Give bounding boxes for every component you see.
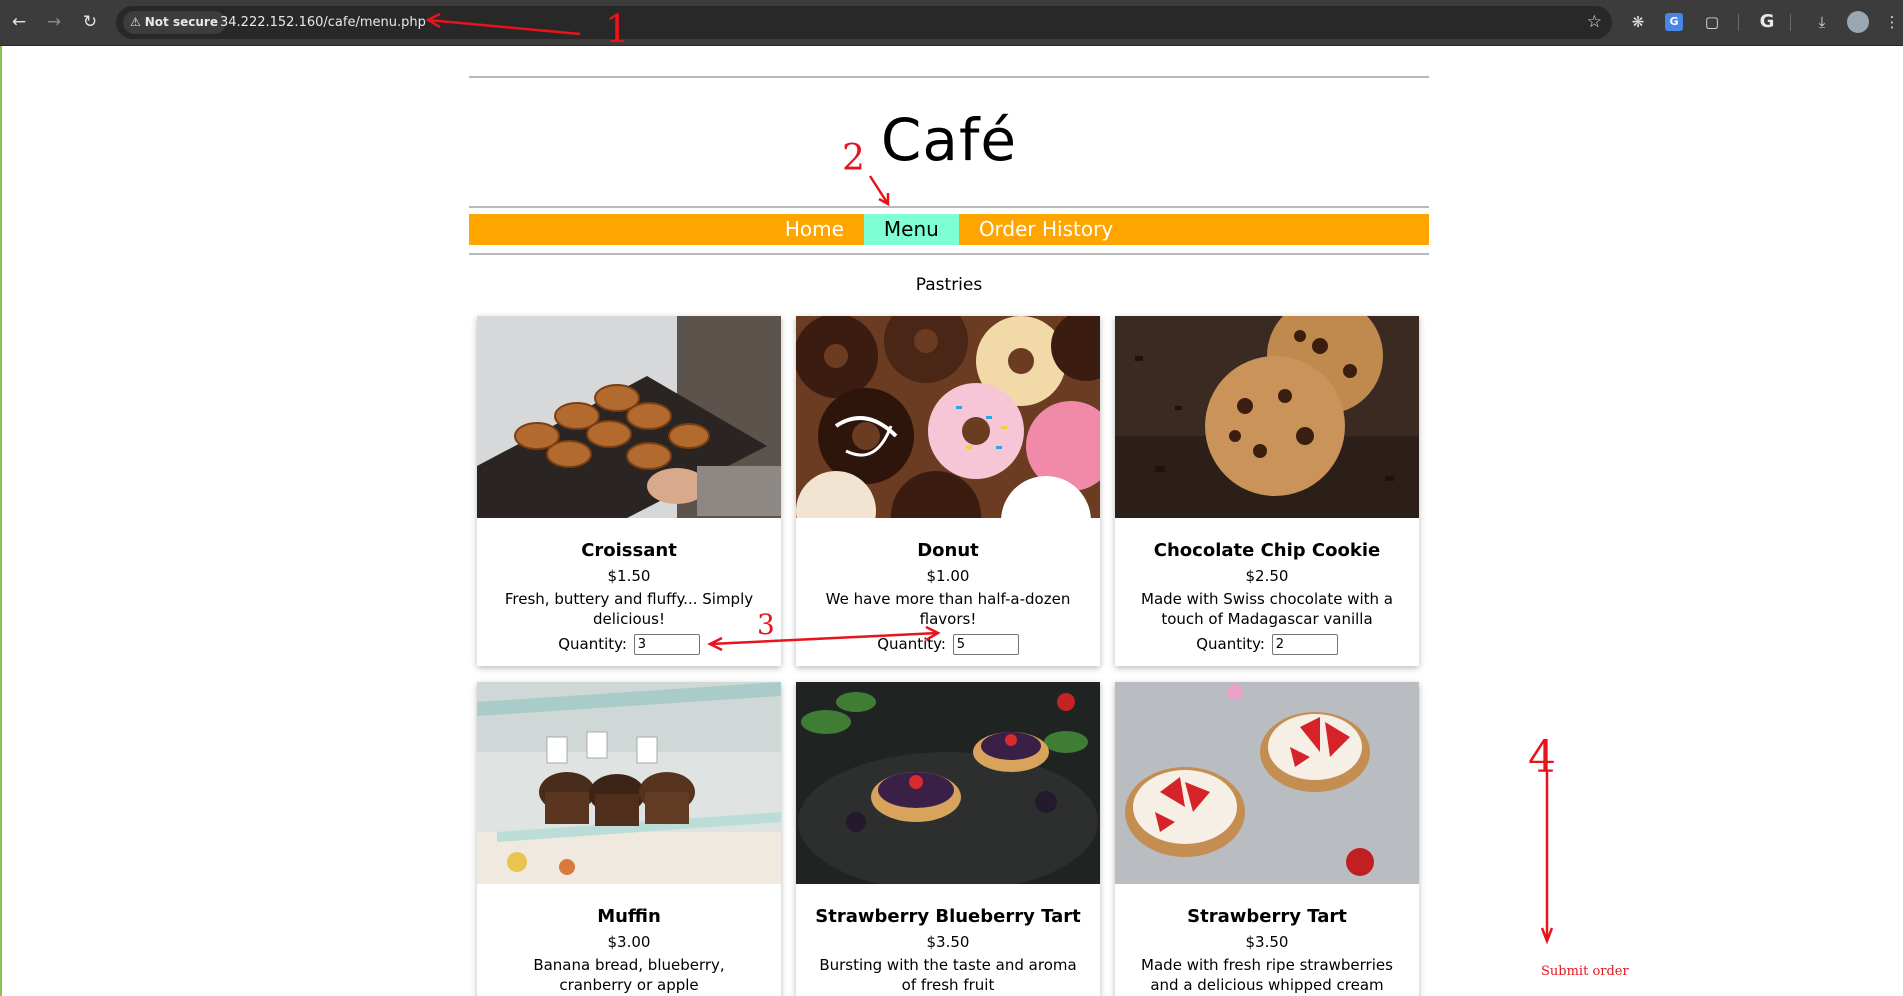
profile-avatar-icon[interactable] xyxy=(1847,11,1869,33)
product-price: $1.00 xyxy=(926,567,970,585)
quantity-label: Quantity: xyxy=(877,635,946,653)
strawberry-blueberry-tart-image xyxy=(796,682,1100,884)
site-title: Café xyxy=(880,106,1018,174)
quantity-input-croissant[interactable] xyxy=(633,634,700,655)
product-price: $3.50 xyxy=(926,933,970,951)
security-label: Not secure xyxy=(144,15,218,29)
google-icon[interactable]: G xyxy=(1755,10,1779,34)
croissant-image xyxy=(477,316,781,518)
window-edge xyxy=(0,0,2,996)
security-chip[interactable]: ⚠ Not secure xyxy=(123,11,226,34)
product-card-cookie: Chocolate Chip Cookie $2.50 Made with Sw… xyxy=(1115,316,1419,666)
product-card-muffin: Muffin $3.00 Banana bread, blueberry, cr… xyxy=(477,682,781,996)
download-icon[interactable]: ⤓ xyxy=(1810,10,1834,34)
product-name: Chocolate Chip Cookie xyxy=(1153,540,1381,561)
divider xyxy=(469,206,1429,208)
product-price: $2.50 xyxy=(1245,567,1289,585)
product-name: Croissant xyxy=(581,540,677,561)
donut-image xyxy=(796,316,1100,518)
product-description: Bursting with the taste and aroma of fre… xyxy=(819,956,1077,994)
quantity-row: Quantity: xyxy=(1115,634,1419,655)
divider xyxy=(469,76,1429,78)
quantity-label: Quantity: xyxy=(558,635,627,653)
forward-icon[interactable]: → xyxy=(41,9,67,35)
product-description: Made with Swiss chocolate with a touch o… xyxy=(1141,590,1393,628)
url-text[interactable]: 34.222.152.160/cafe/menu.php xyxy=(220,6,426,39)
product-card-croissant: Croissant $1.50 Fresh, buttery and fluff… xyxy=(477,316,781,666)
nav-home[interactable]: Home xyxy=(765,214,864,245)
annotation-label-4: 4 xyxy=(1528,732,1556,783)
bookmark-star-icon[interactable]: ☆ xyxy=(1587,10,1602,35)
product-card-strawberry-blueberry-tart: Strawberry Blueberry Tart $3.50 Bursting… xyxy=(796,682,1100,996)
quantity-row: Quantity: xyxy=(796,634,1100,655)
product-description: Made with fresh ripe strawberries and a … xyxy=(1141,956,1393,994)
product-description: Fresh, buttery and fluffy... Simply deli… xyxy=(504,590,754,628)
product-card-strawberry-tart: Strawberry Tart $3.50 Made with fresh ri… xyxy=(1115,682,1419,996)
kebab-menu-icon[interactable]: ⋮ xyxy=(1880,10,1903,34)
address-bar[interactable]: ⚠ Not secure 34.222.152.160/cafe/menu.php… xyxy=(116,6,1612,39)
product-name: Muffin xyxy=(597,906,661,927)
quantity-row: Quantity: xyxy=(477,634,781,655)
nav-bar: Home Menu Order History xyxy=(469,214,1429,245)
quantity-input-cookie[interactable] xyxy=(1271,634,1338,655)
section-title: Pastries xyxy=(915,275,983,295)
cafe-page: Café Home Menu Order History Pastries Cr… xyxy=(469,46,1429,996)
annotation-4-arrow xyxy=(1540,770,1554,945)
divider xyxy=(469,253,1429,255)
nav-order-history[interactable]: Order History xyxy=(959,214,1133,245)
product-card-donut: Donut $1.00 We have more than half-a-doz… xyxy=(796,316,1100,666)
product-name: Strawberry Blueberry Tart xyxy=(815,906,1081,927)
submit-order-label[interactable]: Submit order xyxy=(1541,964,1629,979)
product-price: $3.00 xyxy=(607,933,651,951)
product-price: $1.50 xyxy=(607,567,651,585)
translate-icon[interactable]: G xyxy=(1665,13,1683,31)
product-name: Strawberry Tart xyxy=(1187,906,1347,927)
product-description: We have more than half-a-dozen flavors! xyxy=(825,590,1071,628)
cookie-image xyxy=(1115,316,1419,518)
strawberry-tart-image xyxy=(1115,682,1419,884)
extensions-puzzle-icon[interactable]: ▢ xyxy=(1700,10,1724,34)
product-price: $3.50 xyxy=(1245,933,1289,951)
back-icon[interactable]: ← xyxy=(6,9,32,35)
quantity-input-donut[interactable] xyxy=(952,634,1019,655)
muffin-image xyxy=(477,682,781,884)
nav-menu[interactable]: Menu xyxy=(863,214,959,245)
quantity-label: Quantity: xyxy=(1196,635,1265,653)
toolbar-separator xyxy=(1738,14,1739,31)
extension-atom-icon[interactable]: ❋ xyxy=(1626,10,1650,34)
warning-icon: ⚠ xyxy=(130,15,141,29)
browser-toolbar: ← → ↻ ⚠ Not secure 34.222.152.160/cafe/me… xyxy=(0,0,1903,46)
product-description: Banana bread, blueberry, cranberry or ap… xyxy=(533,956,725,994)
product-name: Donut xyxy=(917,540,979,561)
reload-icon[interactable]: ↻ xyxy=(77,9,103,35)
toolbar-separator xyxy=(1790,14,1791,31)
